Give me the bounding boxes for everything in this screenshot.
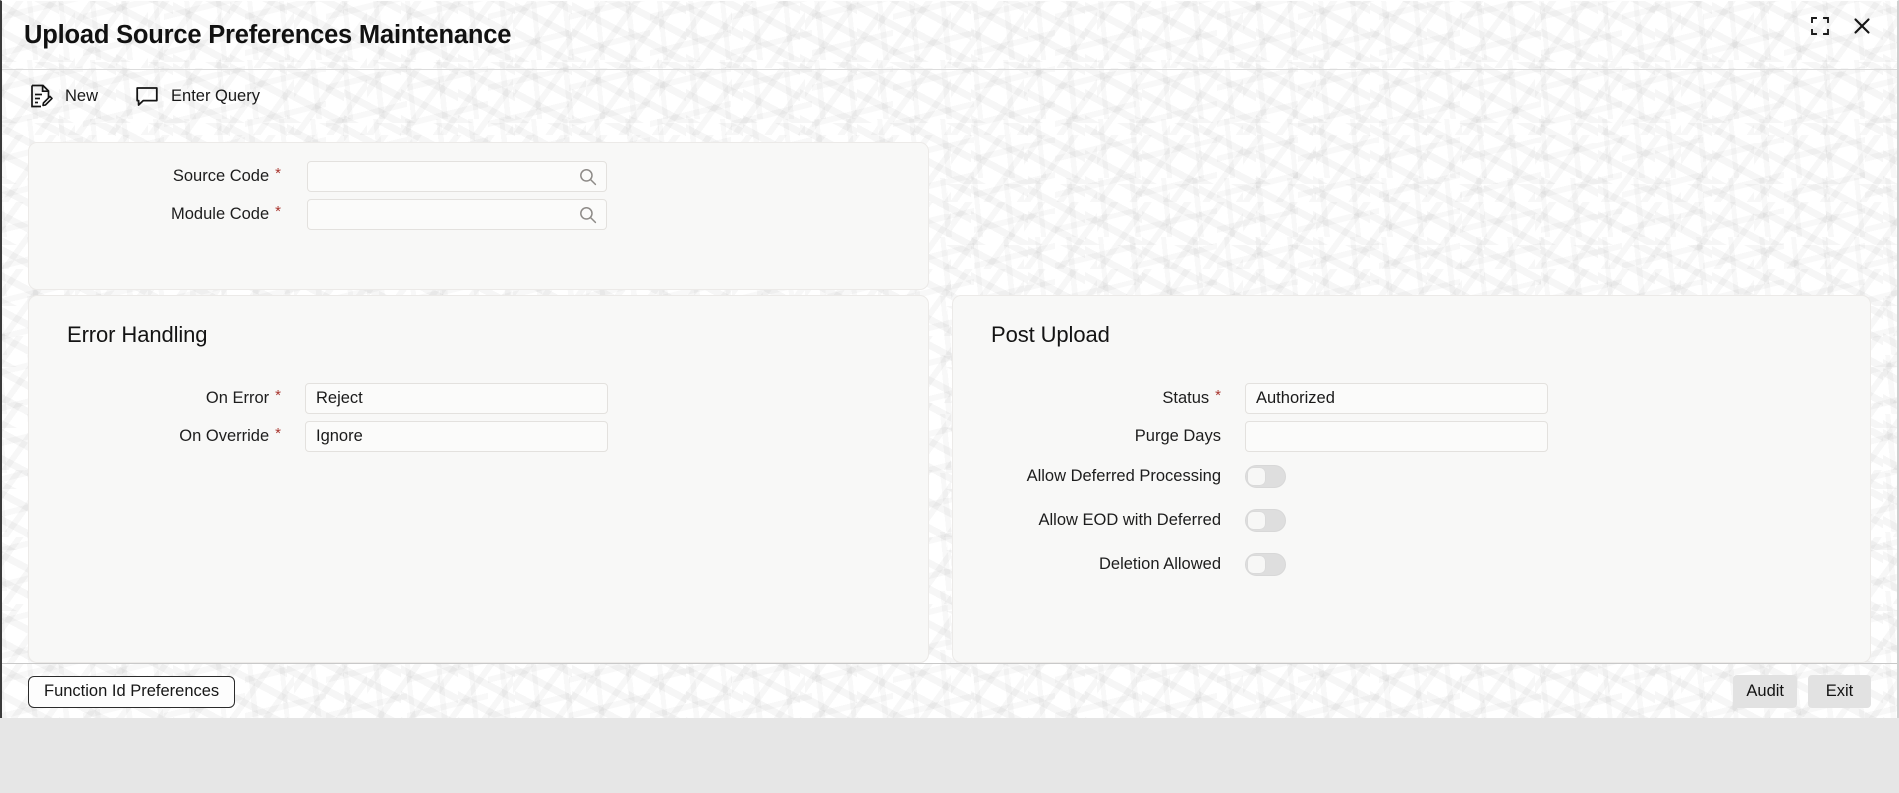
new-button[interactable]: New <box>28 76 98 116</box>
allow-eod-with-deferred-toggle[interactable] <box>1245 509 1286 532</box>
required-asterisk: * <box>275 165 281 182</box>
purge-days-label: Purge Days <box>1134 427 1221 446</box>
allow-eod-with-deferred-toggle-wrap <box>1245 509 1286 532</box>
enter-query-button[interactable]: Enter Query <box>134 76 260 116</box>
footer-action-bar: Function Id Preferences Audit Exit <box>2 663 1897 718</box>
toggle-knob <box>1248 512 1265 529</box>
deletion-allowed-label: Deletion Allowed <box>1099 555 1221 574</box>
status-select[interactable]: Authorized <box>1245 383 1548 414</box>
error-handling-panel: Error Handling On Error * Reject On Over… <box>28 295 929 663</box>
module-code-label-wrap: Module Code * <box>29 203 281 223</box>
on-override-label-wrap: On Override * <box>29 425 281 445</box>
allow-deferred-processing-label-wrap: Allow Deferred Processing <box>953 468 1221 485</box>
error-handling-title: Error Handling <box>67 322 208 347</box>
field-row-on-override: On Override * Ignore <box>29 421 608 452</box>
source-code-input[interactable] <box>307 161 607 192</box>
toggle-knob <box>1248 556 1265 573</box>
close-icon[interactable] <box>1849 13 1875 39</box>
on-error-value: Reject <box>316 389 363 407</box>
allow-eod-with-deferred-label: Allow EOD with Deferred <box>1038 511 1221 530</box>
footer-right-buttons: Audit Exit <box>1733 675 1871 708</box>
page-bottom-strip <box>0 718 1899 793</box>
module-code-input[interactable] <box>307 199 607 230</box>
function-id-preferences-button[interactable]: Function Id Preferences <box>28 675 236 708</box>
required-asterisk: * <box>275 203 281 220</box>
allow-eod-with-deferred-label-wrap: Allow EOD with Deferred <box>953 512 1221 529</box>
window-controls <box>1807 13 1875 39</box>
required-asterisk: * <box>275 425 281 442</box>
status-label: Status <box>1162 389 1210 407</box>
new-document-edit-icon <box>28 83 54 109</box>
source-module-panel: Source Code * Module Code * <box>28 142 929 290</box>
title-bar: Upload Source Preferences Maintenance <box>2 1 1897 69</box>
form-content: Source Code * Module Code * Error Handli… <box>2 122 1897 663</box>
application-window: Upload Source Preferences Maintenance Ne… <box>0 0 1899 718</box>
search-icon[interactable] <box>578 167 598 187</box>
deletion-allowed-label-wrap: Deletion Allowed <box>953 556 1221 573</box>
collapse-icon[interactable] <box>1807 13 1833 39</box>
field-row-status: Status * Authorized <box>953 383 1548 414</box>
field-row-deletion-allowed: Deletion Allowed <box>953 553 1286 576</box>
on-override-value: Ignore <box>316 427 363 445</box>
post-upload-title: Post Upload <box>991 322 1110 347</box>
field-row-source-code: Source Code * <box>29 161 607 192</box>
field-row-allow-eod-with-deferred: Allow EOD with Deferred <box>953 509 1286 532</box>
on-override-label: On Override <box>179 427 270 445</box>
status-value: Authorized <box>1256 389 1335 407</box>
status-label-wrap: Status * <box>953 387 1221 407</box>
source-code-label-wrap: Source Code * <box>29 165 281 185</box>
field-row-on-error: On Error * Reject <box>29 383 608 414</box>
field-row-purge-days: Purge Days <box>953 421 1548 452</box>
deletion-allowed-toggle[interactable] <box>1245 553 1286 576</box>
toggle-knob <box>1248 468 1265 485</box>
allow-deferred-processing-toggle-wrap <box>1245 465 1286 488</box>
purge-days-input[interactable] <box>1245 421 1548 452</box>
search-icon[interactable] <box>578 205 598 225</box>
on-override-select[interactable]: Ignore <box>305 421 608 452</box>
on-error-select[interactable]: Reject <box>305 383 608 414</box>
purge-days-label-wrap: Purge Days <box>953 428 1221 445</box>
allow-deferred-processing-label: Allow Deferred Processing <box>1026 467 1221 486</box>
required-asterisk: * <box>1215 387 1221 404</box>
on-error-label: On Error <box>205 389 270 407</box>
toolbar: New Enter Query <box>2 69 1897 122</box>
source-code-label: Source Code <box>172 167 270 185</box>
allow-deferred-processing-toggle[interactable] <box>1245 465 1286 488</box>
post-upload-panel: Post Upload Status * Authorized Purge Da… <box>952 295 1871 663</box>
deletion-allowed-toggle-wrap <box>1245 553 1286 576</box>
field-row-module-code: Module Code * <box>29 199 607 230</box>
new-label: New <box>65 86 99 105</box>
required-asterisk: * <box>275 387 281 404</box>
enter-query-label: Enter Query <box>171 86 260 105</box>
speech-bubble-icon <box>134 83 160 109</box>
exit-button[interactable]: Exit <box>1808 675 1871 708</box>
page-title: Upload Source Preferences Maintenance <box>24 20 512 49</box>
audit-button[interactable]: Audit <box>1733 675 1797 708</box>
module-code-label: Module Code <box>171 205 270 223</box>
field-row-allow-deferred-processing: Allow Deferred Processing <box>953 465 1286 488</box>
on-error-label-wrap: On Error * <box>29 387 281 407</box>
